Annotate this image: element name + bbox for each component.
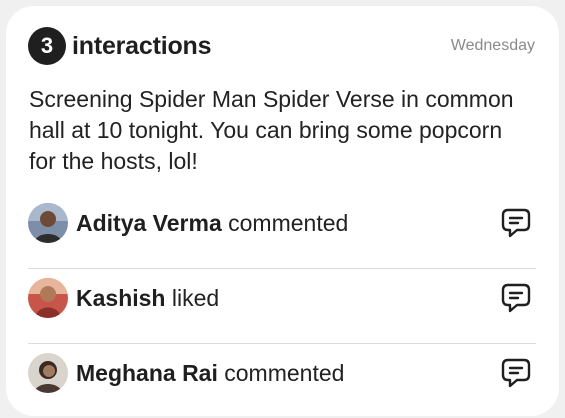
- avatar[interactable]: [28, 278, 68, 318]
- avatar-image: [28, 353, 68, 393]
- activity-row[interactable]: Aditya Verma commented: [28, 194, 536, 269]
- activity-list: Aditya Verma commented Kashish liked Meg…: [28, 194, 536, 418]
- interaction-card[interactable]: 3 interactions Wednesday Screening Spide…: [6, 6, 559, 416]
- activity-user-name[interactable]: Aditya Verma: [76, 210, 222, 236]
- activity-row[interactable]: Kashish liked: [28, 269, 536, 344]
- message-icon[interactable]: [496, 203, 536, 243]
- activity-action: liked: [171, 285, 220, 311]
- activity-row[interactable]: Meghana Rai commented: [28, 344, 536, 418]
- message-icon[interactable]: [496, 353, 536, 393]
- card-header: 3 interactions Wednesday: [28, 27, 537, 65]
- avatar-image: [28, 203, 68, 243]
- message-text: Screening Spider Man Spider Verse in com…: [29, 86, 514, 174]
- activity-action: commented: [224, 360, 345, 386]
- activity-user-name[interactable]: Meghana Rai: [76, 360, 218, 386]
- header-title: interactions: [72, 32, 212, 60]
- avatar[interactable]: [28, 353, 68, 393]
- message-icon[interactable]: [496, 278, 536, 318]
- header-date: Wednesday: [450, 37, 535, 54]
- avatar-image: [28, 278, 68, 318]
- interaction-count-badge: 3: [28, 27, 66, 65]
- avatar[interactable]: [28, 203, 68, 243]
- activity-user-name[interactable]: Kashish: [76, 285, 165, 311]
- activity-action: commented: [228, 210, 349, 236]
